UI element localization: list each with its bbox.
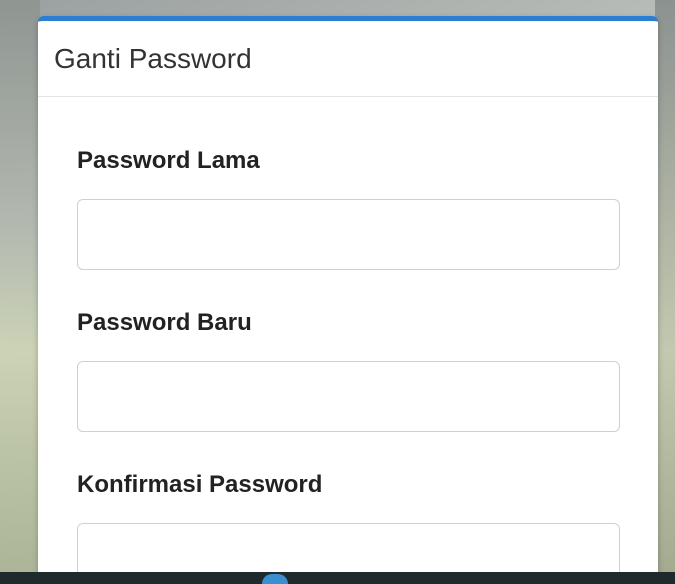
background-left <box>0 0 40 584</box>
change-password-dialog: Ganti Password Password Lama Password Ba… <box>38 16 658 584</box>
dialog-header: Ganti Password <box>38 21 658 97</box>
new-password-input[interactable] <box>77 361 620 432</box>
system-navigation-bar <box>0 572 675 584</box>
confirm-password-label: Konfirmasi Password <box>77 471 323 498</box>
new-password-label: Password Baru <box>77 309 252 336</box>
dialog-title: Ganti Password <box>54 42 252 74</box>
home-indicator-icon[interactable] <box>262 574 288 584</box>
background-right <box>655 0 675 584</box>
old-password-label: Password Lama <box>77 147 260 174</box>
old-password-input[interactable] <box>77 199 620 270</box>
